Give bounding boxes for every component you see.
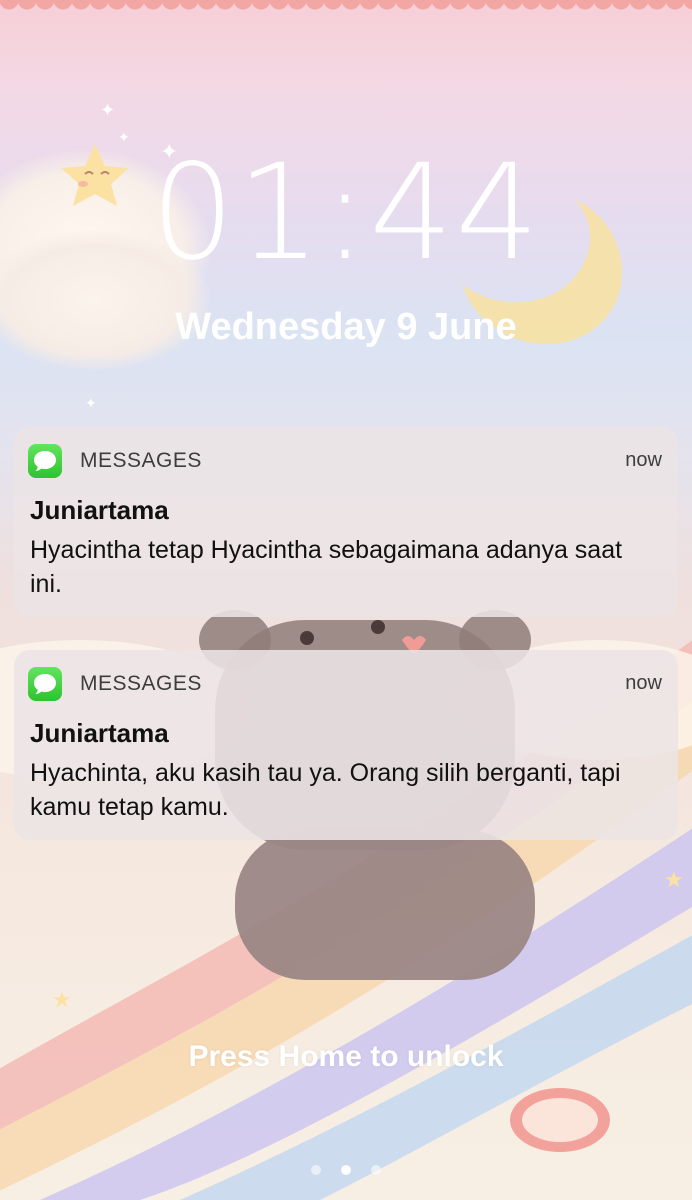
- notification-time: now: [625, 449, 662, 471]
- notification-body: Hyacintha tetap Hyacintha sebagaimana ad…: [30, 536, 623, 598]
- page-dot-active: [341, 1165, 351, 1175]
- star-icon: ★: [664, 868, 684, 893]
- messages-icon: [28, 444, 62, 478]
- sparkle-icon: ✦: [100, 100, 116, 121]
- page-indicator: [0, 1162, 692, 1180]
- page-dot: [371, 1165, 382, 1175]
- notification-app-name: MESSAGES: [80, 449, 202, 472]
- star-icon: ★: [52, 988, 72, 1013]
- lock-clock: 01:44: [150, 136, 542, 290]
- notification-card[interactable]: MESSAGES now Juniartama Hyachinta, aku k…: [14, 650, 678, 840]
- messages-icon: [28, 667, 62, 701]
- scalloped-border: [0, 0, 692, 14]
- notification-sender: Juniartama: [30, 718, 169, 748]
- lock-screen: ✦ ✦ ✦ ✦ ★ ★ 01:44 Wednesday 9 June MESSA…: [0, 0, 692, 1200]
- notification-app-name: MESSAGES: [80, 672, 202, 695]
- page-dot: [310, 1165, 321, 1175]
- sparkle-icon: ✦: [85, 396, 97, 412]
- notification-body: Hyachinta, aku kasih tau ya. Orang silih…: [30, 759, 621, 821]
- notification-card[interactable]: MESSAGES now Juniartama Hyacintha tetap …: [14, 427, 678, 617]
- notification-time: now: [625, 672, 662, 694]
- notification-sender: Juniartama: [30, 495, 169, 525]
- lock-date: Wednesday 9 June: [175, 306, 517, 348]
- unlock-hint: Press Home to unlock: [188, 1040, 504, 1073]
